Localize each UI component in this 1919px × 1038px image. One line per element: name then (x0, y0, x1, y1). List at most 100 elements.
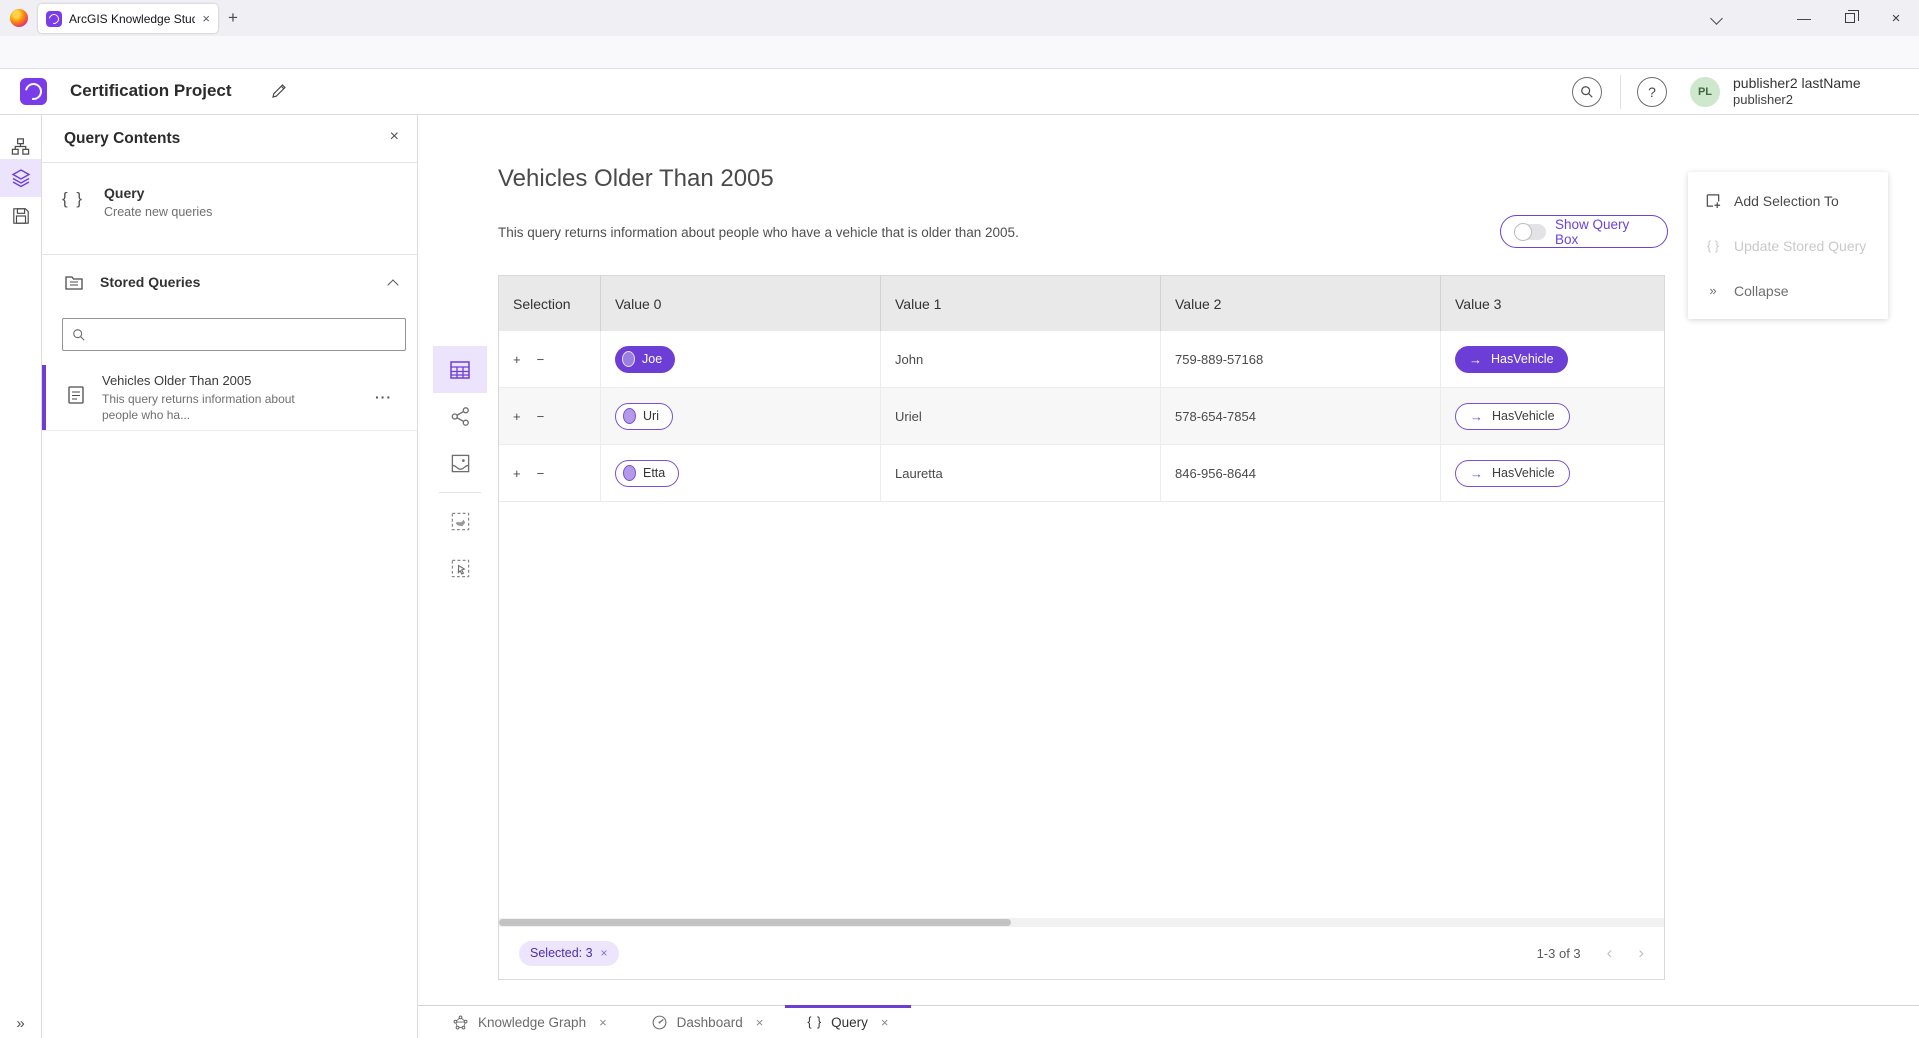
panel-header: Query Contents × (42, 115, 417, 163)
add-to-selection-button[interactable]: + (513, 466, 521, 481)
list-tabs-icon[interactable] (1710, 12, 1723, 25)
toggle-track (1514, 224, 1546, 240)
entity-pill[interactable]: Joe (615, 346, 675, 373)
scrollbar-thumb[interactable] (499, 919, 1011, 926)
query-card-subtitle: Create new queries (104, 205, 212, 219)
save-floppy-icon (12, 207, 30, 225)
menu-item-collapse[interactable]: » Collapse (1688, 268, 1888, 313)
table-footer: Selected: 3 × 1-3 of 3 ‹ › (499, 927, 1664, 979)
tab-close-icon[interactable]: × (599, 1015, 607, 1030)
chevron-up-icon[interactable] (387, 279, 398, 290)
tab-close-icon[interactable]: × (756, 1015, 764, 1030)
window-minimize-button[interactable]: — (1781, 0, 1827, 36)
column-header[interactable]: Value 3 (1441, 276, 1664, 331)
entity-pill[interactable]: Uri (615, 403, 673, 430)
new-query-card[interactable]: { } Query Create new queries (42, 163, 417, 255)
query-card-title: Query (104, 185, 144, 201)
table-view-button[interactable] (433, 346, 487, 393)
relationship-pill[interactable]: →HasVehicle (1455, 460, 1570, 487)
stored-queries-header[interactable]: Stored Queries (42, 267, 417, 301)
remove-from-selection-button[interactable]: − (537, 409, 545, 424)
arcgis-knowledge-logo-icon (20, 78, 47, 105)
column-header[interactable]: Selection (499, 276, 601, 331)
menu-item-update-stored-query[interactable]: { } Update Stored Query (1688, 223, 1888, 268)
column-header[interactable]: Value 1 (881, 276, 1161, 331)
value-cell: Uriel (881, 388, 1161, 444)
remove-from-selection-button[interactable]: − (537, 466, 545, 481)
tab-close-icon[interactable]: × (202, 11, 210, 26)
table-row: + − Joe John 759-889-57168 →HasVehicle (499, 331, 1664, 388)
stored-query-item[interactable]: Vehicles Older Than 2005 This query retu… (42, 365, 417, 431)
stored-query-description: This query returns information about peo… (102, 391, 307, 423)
firefox-icon[interactable] (10, 9, 28, 27)
left-icon-rail: » (0, 115, 42, 1038)
next-page-button[interactable]: › (1638, 943, 1644, 963)
knowledge-graph-icon (452, 1014, 469, 1031)
map-view-button[interactable] (433, 440, 487, 487)
window-restore-button[interactable] (1827, 0, 1873, 36)
previous-page-button[interactable]: ‹ (1607, 943, 1613, 963)
sidebar-item-save[interactable] (0, 197, 41, 235)
horizontal-scrollbar[interactable] (499, 918, 1664, 927)
add-selection-icon (1704, 192, 1722, 209)
add-to-selection-button[interactable]: + (513, 409, 521, 424)
column-header[interactable]: Value 0 (601, 276, 881, 331)
link-chart-view-button[interactable] (433, 393, 487, 440)
tab-label: Dashboard (677, 1015, 743, 1030)
show-query-box-toggle[interactable]: Show Query Box (1500, 215, 1668, 248)
browser-tab-strip: ArcGIS Knowledge Studio × + — × (0, 0, 1919, 36)
value-cell: Lauretta (881, 445, 1161, 501)
column-header[interactable]: Value 2 (1161, 276, 1441, 331)
entity-pill[interactable]: Etta (615, 460, 679, 487)
expand-rail-button[interactable]: » (0, 1015, 41, 1032)
map-selection-view-button[interactable] (433, 498, 487, 545)
show-query-box-label: Show Query Box (1555, 217, 1654, 247)
share-nodes-icon (450, 406, 471, 427)
stored-queries-search-input[interactable] (62, 318, 406, 351)
select-tool-button[interactable] (433, 545, 487, 592)
relationship-cell: →HasVehicle (1441, 388, 1664, 444)
tab-query[interactable]: { } Query × (785, 1006, 910, 1038)
tab-label: Knowledge Graph (478, 1015, 586, 1030)
relationship-cell: →HasVehicle (1441, 331, 1664, 387)
browser-tab-title: ArcGIS Knowledge Studio (69, 12, 195, 26)
menu-item-label: Collapse (1734, 283, 1788, 299)
search-icon (1580, 85, 1594, 99)
item-options-icon[interactable]: ··· (375, 389, 392, 405)
tab-dashboard[interactable]: Dashboard × (629, 1006, 786, 1038)
panel-close-icon[interactable]: × (390, 128, 399, 146)
value-cell: 846-956-8644 (1161, 445, 1441, 501)
value-cell: John (881, 331, 1161, 387)
search-button[interactable] (1572, 77, 1602, 107)
table-row: + − Etta Lauretta 846-956-8644 →HasVehic… (499, 445, 1664, 502)
sidebar-item-contents[interactable] (0, 159, 41, 197)
tab-close-icon[interactable]: × (881, 1015, 889, 1030)
relationship-cell: →HasVehicle (1441, 445, 1664, 501)
selected-count-label: Selected: 3 (530, 946, 593, 960)
new-tab-button[interactable]: + (228, 8, 238, 28)
braces-icon: { } (1704, 238, 1722, 253)
window-close-button[interactable]: × (1873, 0, 1919, 36)
browser-tab[interactable]: ArcGIS Knowledge Studio × (38, 4, 218, 33)
edit-pencil-icon[interactable] (270, 82, 288, 100)
clear-selection-icon[interactable]: × (601, 946, 608, 960)
header-divider (1620, 75, 1621, 109)
arrow-right-icon: → (1469, 352, 1482, 367)
add-to-selection-button[interactable]: + (513, 352, 521, 367)
tab-knowledge-graph[interactable]: Knowledge Graph × (430, 1006, 629, 1038)
folder-icon (64, 273, 84, 293)
page-info: 1-3 of 3 (1537, 946, 1581, 961)
map-icon (450, 453, 471, 474)
relationship-pill[interactable]: →HasVehicle (1455, 403, 1570, 430)
help-button[interactable]: ? (1637, 77, 1667, 107)
user-avatar[interactable]: PL (1690, 77, 1720, 107)
relationship-pill[interactable]: →HasVehicle (1455, 346, 1568, 373)
menu-item-add-selection-to[interactable]: Add Selection To (1688, 178, 1888, 223)
selection-cell: + − (499, 388, 601, 444)
menu-item-label: Add Selection To (1734, 193, 1839, 209)
entity-cell: Uri (601, 388, 881, 444)
view-rail-divider (439, 492, 481, 493)
selected-count-chip[interactable]: Selected: 3 × (519, 941, 619, 966)
tab-label: Query (831, 1015, 868, 1030)
remove-from-selection-button[interactable]: − (537, 352, 545, 367)
